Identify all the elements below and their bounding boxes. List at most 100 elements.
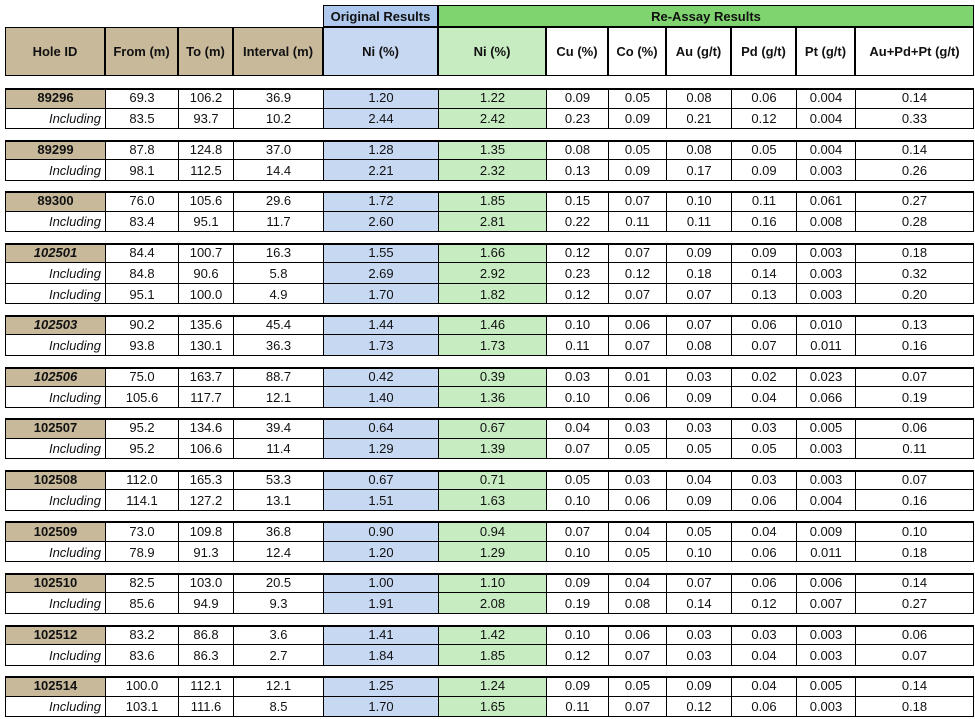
including-label: Including (5, 490, 105, 511)
value-cell-pd: 0.04 (731, 645, 796, 666)
value-cell-au: 0.10 (666, 541, 731, 563)
column-header-au: Au (g/t) (666, 27, 731, 76)
value-cell-interval: 11.7 (233, 211, 323, 233)
including-label: Including (5, 387, 105, 408)
value-cell-co: 0.04 (608, 521, 666, 542)
value-cell-to: 86.3 (178, 645, 233, 666)
value-cell-interval: 9.3 (233, 593, 323, 614)
value-cell-interval: 20.5 (233, 572, 323, 594)
original-results-header: Original Results (323, 5, 438, 27)
hole-id-cell: 102501 (5, 242, 105, 264)
value-cell-from: 114.1 (105, 490, 178, 511)
including-label: Including (5, 438, 105, 460)
value-cell-to: 93.7 (178, 108, 233, 129)
value-cell-interval: 45.4 (233, 314, 323, 336)
value-cell-interval: 88.7 (233, 366, 323, 387)
value-cell-pd: 0.03 (731, 624, 796, 645)
value-cell-from: 112.0 (105, 469, 178, 491)
value-cell-interval: 36.3 (233, 335, 323, 356)
value-cell-re-ni: 1.42 (438, 624, 546, 645)
including-label: Including (5, 335, 105, 356)
value-cell-re-ni: 1.35 (438, 139, 546, 161)
value-cell-co: 0.05 (608, 88, 666, 109)
value-cell-sum: 0.16 (855, 490, 974, 511)
value-cell-to: 91.3 (178, 541, 233, 563)
value-cell-sum: 0.20 (855, 283, 974, 305)
value-cell-co: 0.07 (608, 696, 666, 718)
value-cell-orig-ni: 1.20 (323, 541, 438, 563)
value-cell-co: 0.06 (608, 314, 666, 336)
hole-id-cell: 102508 (5, 469, 105, 491)
value-cell-cu: 0.12 (546, 645, 608, 666)
column-header-from: From (m) (105, 27, 178, 76)
hole-id-cell: 102503 (5, 314, 105, 336)
value-cell-au: 0.08 (666, 139, 731, 161)
value-cell-orig-ni: 1.28 (323, 139, 438, 161)
value-cell-re-ni: 1.85 (438, 191, 546, 212)
including-label: Including (5, 211, 105, 233)
value-cell-cu: 0.23 (546, 108, 608, 129)
value-cell-sum: 0.06 (855, 418, 974, 439)
value-cell-pd: 0.11 (731, 191, 796, 212)
value-cell-orig-ni: 1.40 (323, 387, 438, 408)
value-cell-au: 0.05 (666, 521, 731, 542)
value-cell-re-ni: 1.29 (438, 541, 546, 563)
hole-id-cell: 102507 (5, 418, 105, 439)
value-cell-co: 0.09 (608, 108, 666, 129)
value-cell-sum: 0.27 (855, 191, 974, 212)
value-cell-from: 73.0 (105, 521, 178, 542)
value-cell-pd: 0.06 (731, 88, 796, 109)
value-cell-au: 0.14 (666, 593, 731, 614)
value-cell-re-ni: 0.71 (438, 469, 546, 491)
value-cell-re-ni: 1.85 (438, 645, 546, 666)
value-cell-cu: 0.08 (546, 139, 608, 161)
value-cell-to: 106.6 (178, 438, 233, 460)
value-cell-to: 109.8 (178, 521, 233, 542)
value-cell-pt: 0.005 (796, 418, 855, 439)
including-label: Including (5, 108, 105, 129)
value-cell-cu: 0.15 (546, 191, 608, 212)
value-cell-pt: 0.066 (796, 387, 855, 408)
value-cell-sum: 0.18 (855, 242, 974, 264)
including-label: Including (5, 160, 105, 181)
value-cell-sum: 0.06 (855, 624, 974, 645)
value-cell-sum: 0.14 (855, 676, 974, 697)
value-cell-to: 90.6 (178, 263, 233, 284)
value-cell-from: 85.6 (105, 593, 178, 614)
value-cell-interval: 8.5 (233, 696, 323, 718)
including-label: Including (5, 283, 105, 305)
value-cell-from: 83.5 (105, 108, 178, 129)
value-cell-to: 112.1 (178, 676, 233, 697)
value-cell-co: 0.07 (608, 283, 666, 305)
including-label: Including (5, 541, 105, 563)
value-cell-co: 0.07 (608, 191, 666, 212)
value-cell-from: 84.8 (105, 263, 178, 284)
value-cell-orig-ni: 2.60 (323, 211, 438, 233)
value-cell-pt: 0.011 (796, 541, 855, 563)
value-cell-interval: 11.4 (233, 438, 323, 460)
value-cell-sum: 0.13 (855, 314, 974, 336)
column-header-interval: Interval (m) (233, 27, 323, 76)
value-cell-pt: 0.005 (796, 676, 855, 697)
value-cell-from: 83.6 (105, 645, 178, 666)
value-cell-to: 117.7 (178, 387, 233, 408)
value-cell-co: 0.11 (608, 211, 666, 233)
including-label: Including (5, 645, 105, 666)
value-cell-re-ni: 2.32 (438, 160, 546, 181)
value-cell-sum: 0.19 (855, 387, 974, 408)
value-cell-sum: 0.14 (855, 88, 974, 109)
value-cell-sum: 0.28 (855, 211, 974, 233)
value-cell-au: 0.08 (666, 88, 731, 109)
value-cell-re-ni: 1.36 (438, 387, 546, 408)
value-cell-orig-ni: 1.55 (323, 242, 438, 264)
value-cell-interval: 13.1 (233, 490, 323, 511)
value-cell-from: 78.9 (105, 541, 178, 563)
value-cell-sum: 0.18 (855, 541, 974, 563)
hole-id-cell: 89300 (5, 191, 105, 212)
value-cell-pt: 0.006 (796, 572, 855, 594)
value-cell-to: 135.6 (178, 314, 233, 336)
value-cell-au: 0.09 (666, 490, 731, 511)
column-header-cu: Cu (%) (546, 27, 608, 76)
value-cell-co: 0.07 (608, 242, 666, 264)
value-cell-pt: 0.003 (796, 242, 855, 264)
